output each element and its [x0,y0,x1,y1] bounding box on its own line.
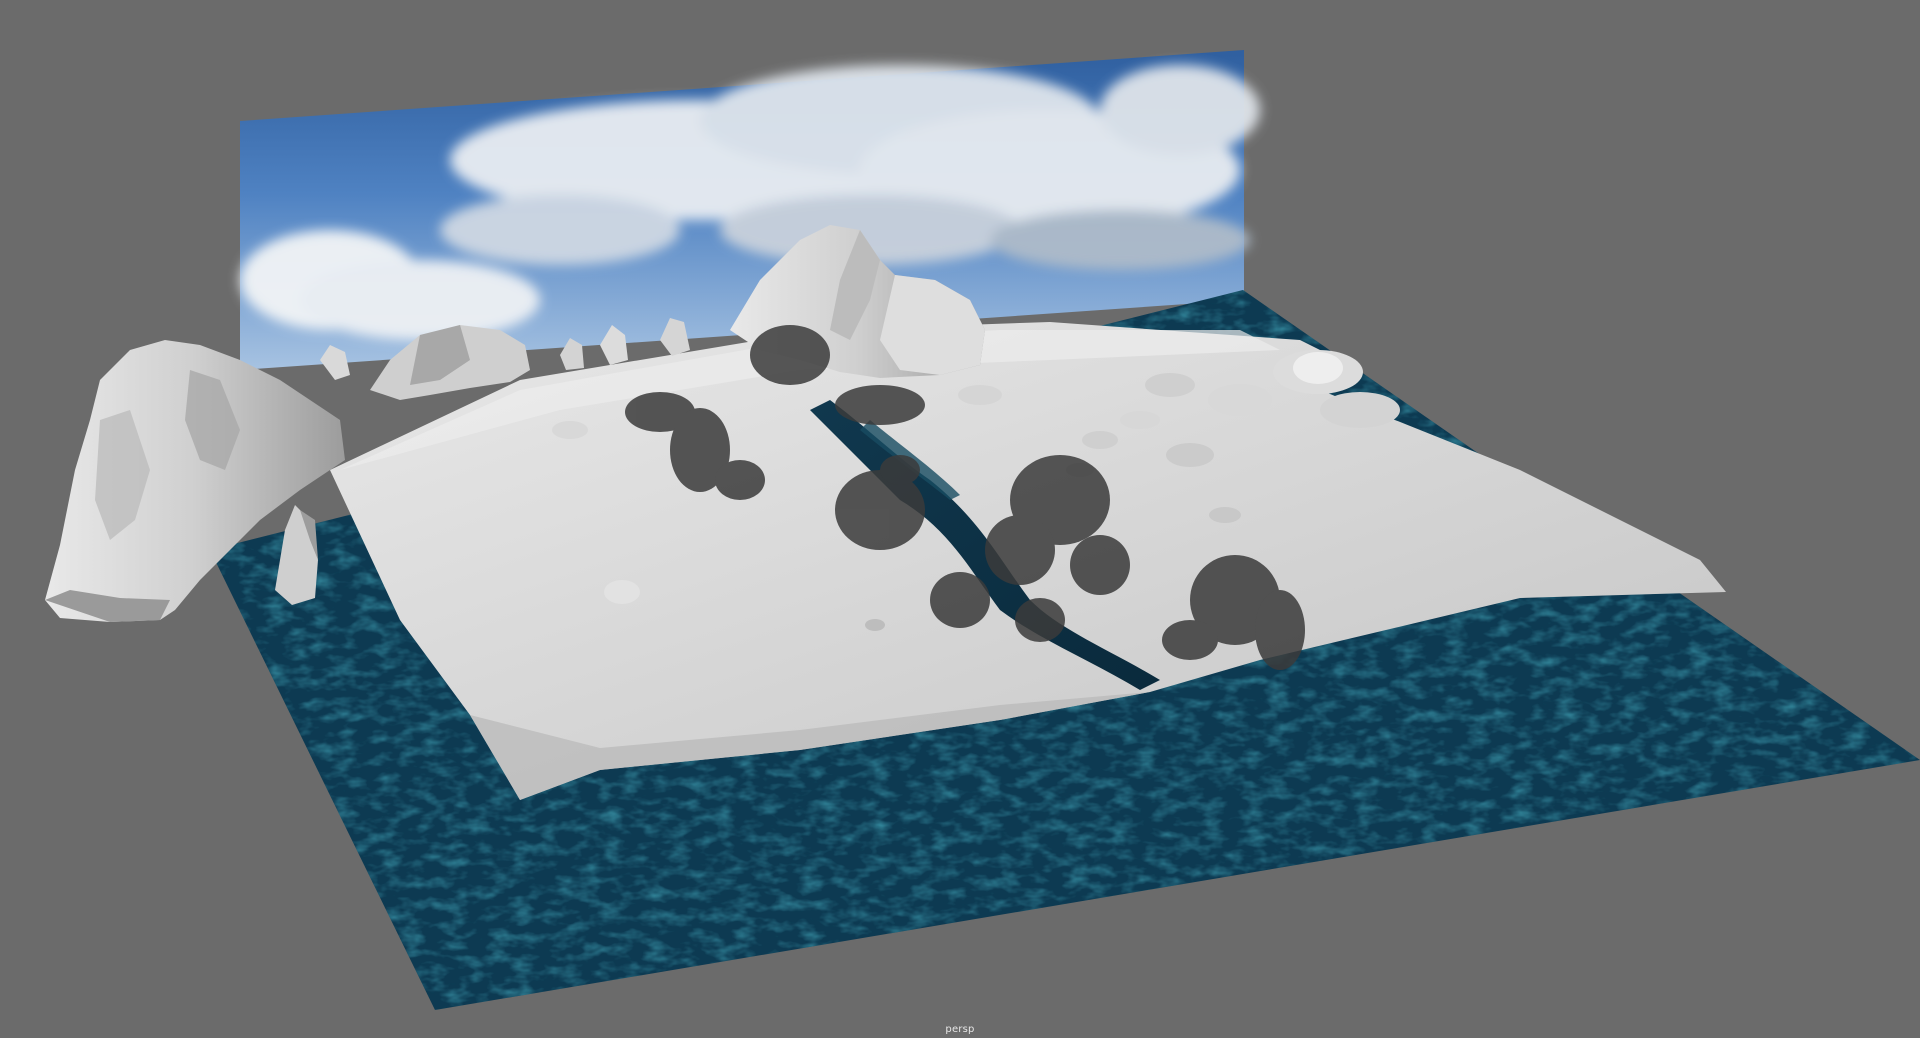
maya-persp-viewport[interactable]: persp [0,0,1920,1038]
scene-render[interactable] [0,0,1920,1038]
camera-name-label: persp [945,1024,975,1035]
